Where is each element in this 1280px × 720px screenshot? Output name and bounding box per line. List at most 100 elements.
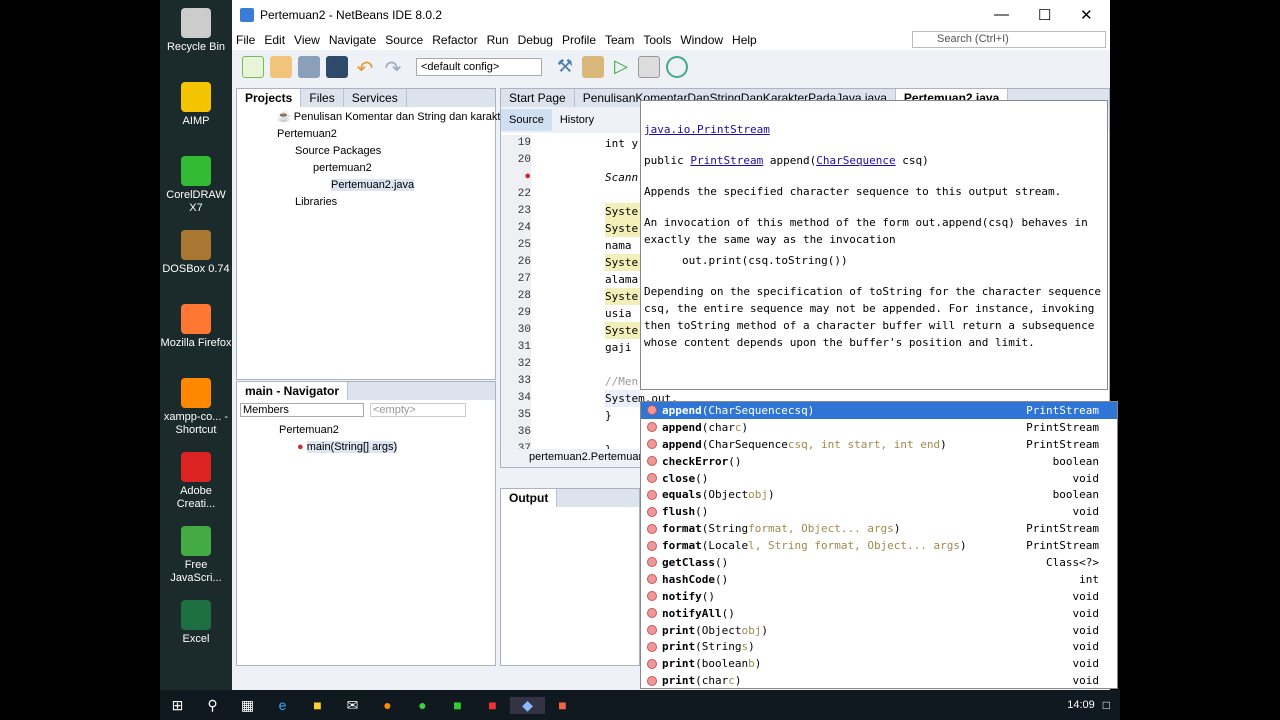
edge-icon[interactable]: e bbox=[265, 697, 300, 713]
tab-start-page[interactable]: Start Page bbox=[501, 89, 575, 107]
menu-window[interactable]: Window bbox=[680, 33, 723, 47]
tree-item-project[interactable]: Pertemuan2 bbox=[241, 126, 491, 143]
build-icon[interactable]: ⚒ bbox=[554, 56, 576, 78]
firefox-icon[interactable]: ● bbox=[370, 697, 405, 713]
param-link[interactable]: CharSequence bbox=[816, 154, 895, 167]
profile-icon[interactable] bbox=[666, 56, 688, 78]
menu-team[interactable]: Team bbox=[605, 33, 634, 47]
menu-source[interactable]: Source bbox=[385, 33, 423, 47]
desktop-icon[interactable]: Recycle Bin bbox=[160, 8, 232, 54]
breadcrumb[interactable]: pertemuan2.Pertemuan2 bbox=[501, 449, 651, 467]
filter-select[interactable]: <empty> bbox=[370, 403, 466, 417]
netbeans-icon[interactable]: ◆ bbox=[510, 696, 545, 714]
save-all-icon[interactable] bbox=[326, 56, 348, 78]
tree-item-file[interactable]: Pertemuan2.java bbox=[241, 177, 491, 194]
maximize-button[interactable]: ☐ bbox=[1038, 6, 1051, 24]
code-area[interactable]: int y Scann Syste Syste nama Syste alama Syste… bbox=[605, 135, 678, 458]
tree-item-libraries[interactable]: Libraries bbox=[241, 194, 491, 211]
completion-item[interactable]: notifyAll() void bbox=[641, 605, 1117, 622]
corel-icon[interactable]: ■ bbox=[440, 697, 475, 713]
minimize-button[interactable]: — bbox=[994, 6, 1009, 23]
completion-item[interactable]: print (boolean b) void bbox=[641, 655, 1117, 672]
completion-item[interactable]: getClass() Class<?> bbox=[641, 554, 1117, 571]
tab-history[interactable]: History bbox=[552, 109, 602, 131]
completion-item[interactable]: append (char c) PrintStream bbox=[641, 419, 1117, 436]
menu-debug[interactable]: Debug bbox=[518, 33, 553, 47]
tab-files[interactable]: Files bbox=[301, 89, 344, 107]
menu-tools[interactable]: Tools bbox=[643, 33, 671, 47]
desktop-icon[interactable]: Mozilla Firefox bbox=[160, 304, 232, 350]
navigator-title[interactable]: main - Navigator bbox=[237, 382, 349, 400]
completion-item[interactable]: close() void bbox=[641, 470, 1117, 487]
adobe-icon[interactable]: ■ bbox=[475, 697, 510, 713]
completion-item[interactable]: print (char c) void bbox=[641, 672, 1117, 689]
params-pre: (char bbox=[701, 420, 735, 434]
params-pre: ( bbox=[714, 572, 722, 586]
desktop-icon[interactable]: Excel bbox=[160, 600, 232, 646]
return-type: boolean bbox=[1052, 454, 1099, 468]
explorer-icon[interactable]: ■ bbox=[300, 697, 335, 713]
desktop-icon[interactable]: xampp-co... - Shortcut bbox=[160, 378, 232, 437]
tree-item-package[interactable]: pertemuan2 bbox=[241, 160, 491, 177]
menu-edit[interactable]: Edit bbox=[264, 33, 285, 47]
search-icon[interactable]: ⚲ bbox=[195, 697, 230, 714]
completion-item[interactable]: append (CharSequence csq, int start, int … bbox=[641, 436, 1117, 453]
chrome-icon[interactable]: ● bbox=[405, 697, 440, 713]
desktop-icon[interactable]: Adobe Creati... bbox=[160, 452, 232, 511]
config-select[interactable]: <default config> bbox=[416, 58, 542, 76]
clean-build-icon[interactable] bbox=[582, 56, 604, 78]
tab-projects[interactable]: Projects bbox=[237, 89, 302, 107]
completion-item[interactable]: hashCode() int bbox=[641, 571, 1117, 588]
completion-item[interactable]: checkError() boolean bbox=[641, 453, 1117, 470]
new-file-icon[interactable] bbox=[242, 56, 264, 78]
tree-item-project[interactable]: ☕ Penulisan Komentar dan String dan kara… bbox=[241, 109, 538, 126]
close-button[interactable]: ✕ bbox=[1080, 6, 1093, 24]
output-title[interactable]: Output bbox=[501, 489, 558, 507]
menu-run[interactable]: Run bbox=[487, 33, 509, 47]
desktop-icon[interactable]: Free JavaScri... bbox=[160, 526, 232, 585]
menu-navigate[interactable]: Navigate bbox=[329, 33, 376, 47]
desktop-icon[interactable]: AIMP bbox=[160, 82, 232, 128]
method-icon bbox=[647, 658, 657, 669]
nav-method[interactable]: ● main(String[] args) bbox=[241, 439, 491, 456]
line-number: ● bbox=[501, 169, 531, 186]
completion-item[interactable]: flush() void bbox=[641, 503, 1117, 520]
completion-item[interactable]: format (String format, Object... args) Pri… bbox=[641, 520, 1117, 537]
start-icon[interactable]: ⊞ bbox=[160, 697, 195, 714]
open-project-icon[interactable] bbox=[298, 56, 320, 78]
task-view-icon[interactable]: ▦ bbox=[230, 697, 265, 714]
nav-class[interactable]: Pertemuan2 bbox=[241, 422, 491, 439]
tree-item-source-packages[interactable]: Source Packages bbox=[241, 143, 491, 160]
search-input[interactable]: Search (Ctrl+I) bbox=[912, 31, 1106, 48]
debug-icon[interactable] bbox=[638, 56, 660, 78]
undo-icon[interactable]: ↶ bbox=[354, 56, 376, 80]
menu-help[interactable]: Help bbox=[732, 33, 757, 47]
completion-item[interactable]: print (Object obj) void bbox=[641, 622, 1117, 639]
completion-item[interactable]: notify() void bbox=[641, 588, 1117, 605]
powerpoint-icon[interactable]: ■ bbox=[545, 697, 580, 713]
mail-icon[interactable]: ✉ bbox=[335, 697, 370, 714]
completion-item[interactable]: equals (Object obj) boolean bbox=[641, 486, 1117, 503]
menu-profile[interactable]: Profile bbox=[562, 33, 596, 47]
tab-services[interactable]: Services bbox=[344, 89, 407, 107]
return-type: int bbox=[1079, 572, 1099, 586]
menu-view[interactable]: View bbox=[294, 33, 320, 47]
code-line: nama bbox=[605, 239, 639, 252]
menu-file[interactable]: File bbox=[236, 33, 255, 47]
desktop-icon[interactable]: CorelDRAW X7 bbox=[160, 156, 232, 215]
run-icon[interactable]: ▷ bbox=[610, 56, 632, 78]
tab-source[interactable]: Source bbox=[501, 109, 552, 131]
javadoc-class-link[interactable]: java.io.PrintStream bbox=[644, 123, 770, 136]
completion-item[interactable]: print (String s) void bbox=[641, 638, 1117, 655]
members-select[interactable]: Members bbox=[240, 403, 364, 417]
notifications-icon[interactable]: □ bbox=[1103, 698, 1110, 712]
code-line: } bbox=[605, 409, 612, 422]
completion-item[interactable]: append (CharSequence csq) PrintStream bbox=[641, 402, 1117, 419]
desktop-icon[interactable]: DOSBox 0.74 bbox=[160, 230, 232, 276]
completion-item[interactable]: format (Locale l, String format, Object..… bbox=[641, 537, 1117, 554]
menu-refactor[interactable]: Refactor bbox=[432, 33, 477, 47]
new-project-icon[interactable] bbox=[270, 56, 292, 78]
params-pre: (CharSequence bbox=[701, 437, 788, 451]
type-link[interactable]: PrintStream bbox=[690, 154, 763, 167]
redo-icon[interactable]: ↷ bbox=[382, 56, 404, 80]
